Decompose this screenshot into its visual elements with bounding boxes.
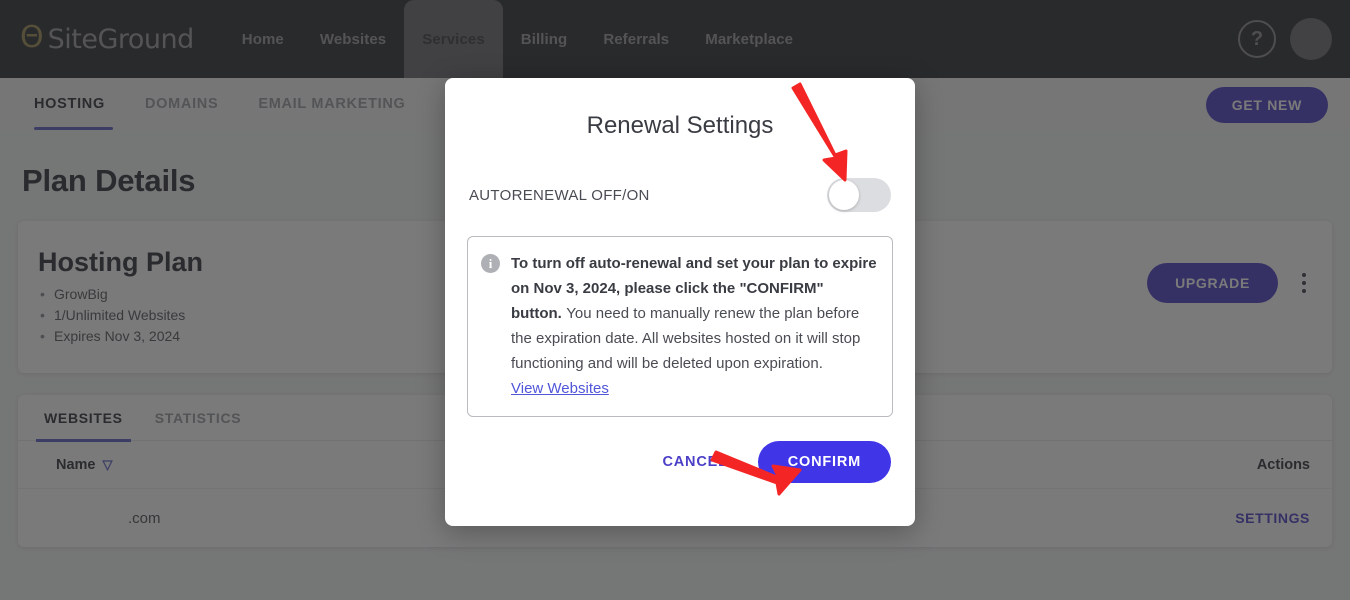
autorenewal-label: AUTORENEWAL OFF/ON [469,186,650,204]
autorenewal-row: AUTORENEWAL OFF/ON [467,178,893,212]
view-websites-link[interactable]: View Websites [511,376,609,401]
notice-body: To turn off auto-renewal and set your pl… [511,251,877,401]
info-notice-box: i To turn off auto-renewal and set your … [467,236,893,417]
notice-body-text: You need to manually renew the plan befo… [511,305,861,372]
toggle-knob [829,180,859,210]
autorenewal-toggle[interactable] [827,178,891,212]
info-icon: i [481,254,500,273]
app-root: Θ SiteGround Home Websites Services Bill… [0,0,1350,600]
cancel-button[interactable]: CANCEL [657,446,734,478]
modal-action-bar: CANCEL CONFIRM [467,441,893,483]
renewal-settings-modal: Renewal Settings AUTORENEWAL OFF/ON i To… [445,78,915,526]
confirm-button[interactable]: CONFIRM [757,441,891,483]
modal-title: Renewal Settings [586,112,774,139]
